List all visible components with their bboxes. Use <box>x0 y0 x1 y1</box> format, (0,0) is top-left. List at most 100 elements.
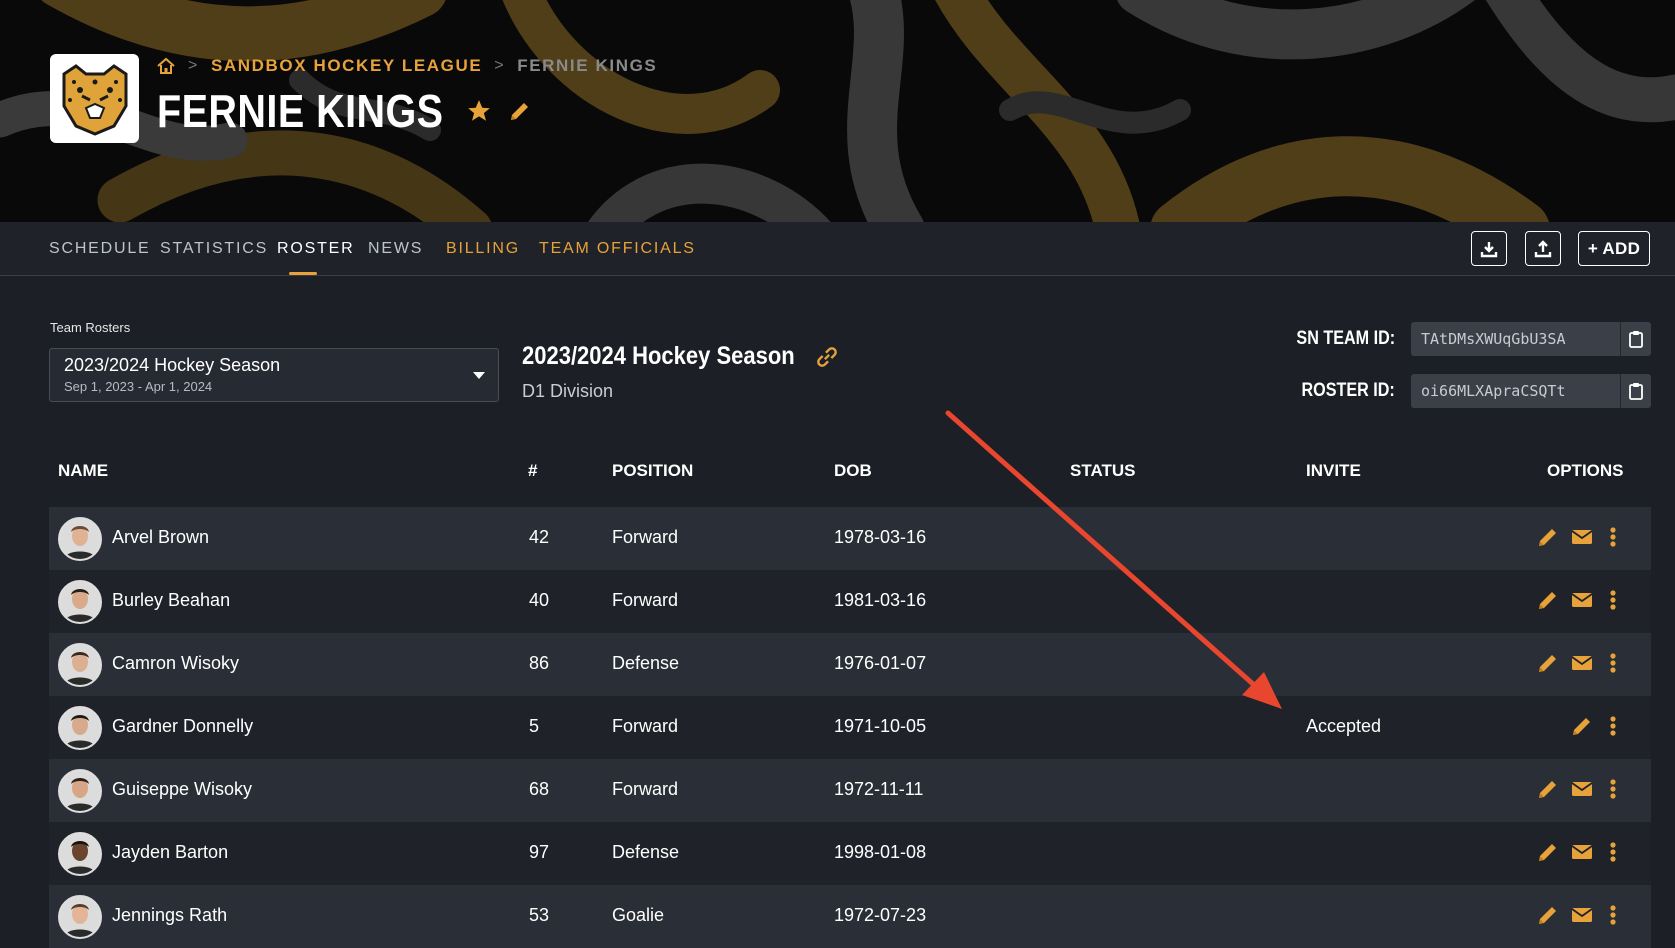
kebab-icon[interactable] <box>1608 714 1618 738</box>
tab-roster[interactable]: ROSTER <box>277 240 354 258</box>
breadcrumb-league[interactable]: SANDBOX HOCKEY LEAGUE <box>211 56 482 76</box>
tab-news[interactable]: NEWS <box>368 240 423 258</box>
kebab-icon[interactable] <box>1608 651 1618 675</box>
roster-id-label: ROSTER ID: <box>1301 380 1395 401</box>
tab-schedule[interactable]: SCHEDULE <box>49 240 151 258</box>
avatar <box>58 832 102 876</box>
copy-sn-team-id-button[interactable] <box>1620 322 1651 356</box>
active-tab-indicator <box>289 272 317 275</box>
kebab-icon[interactable] <box>1608 777 1618 801</box>
table-row[interactable]: Jayden Barton 97 Defense 1998-01-08 <box>49 822 1651 885</box>
avatar <box>58 517 102 561</box>
player-photo-icon <box>60 708 100 748</box>
player-number: 40 <box>529 590 550 610</box>
download-button[interactable] <box>1471 231 1507 266</box>
table-row[interactable]: Arvel Brown 42 Forward 1978-03-16 <box>49 507 1651 570</box>
player-dob: 1972-07-23 <box>834 905 927 925</box>
mail-icon[interactable] <box>1570 840 1594 864</box>
player-photo-icon <box>60 834 100 874</box>
avatar <box>58 706 102 750</box>
player-position: Forward <box>612 527 679 547</box>
roster-id-field: oi66MLXApraCSQTt <box>1411 374 1651 408</box>
kebab-icon[interactable] <box>1608 525 1618 549</box>
player-dob: 1981-03-16 <box>834 590 927 610</box>
table-row[interactable]: Burley Beahan 40 Forward 1981-03-16 <box>49 570 1651 633</box>
table-row[interactable]: Gardner Donnelly 5 Forward 1971-10-05 Ac… <box>49 696 1651 759</box>
kebab-icon[interactable] <box>1608 903 1618 927</box>
player-position: Forward <box>612 779 679 799</box>
player-number: 5 <box>529 716 540 736</box>
column-header-name[interactable]: NAME <box>58 461 108 481</box>
table-row[interactable]: Jennings Rath 53 Goalie 1972-07-23 <box>49 885 1651 948</box>
upload-button[interactable] <box>1525 231 1561 266</box>
pencil-icon[interactable] <box>1536 903 1560 927</box>
column-header-invite[interactable]: INVITE <box>1306 461 1361 481</box>
page-title: FERNIE KINGS <box>157 85 444 137</box>
player-photo-icon <box>60 645 100 685</box>
avatar <box>58 643 102 687</box>
tab-team-officials[interactable]: TEAM OFFICIALS <box>539 240 696 258</box>
season-select-value: 2023/2024 Hockey Season <box>64 355 281 375</box>
download-icon <box>1480 241 1498 257</box>
season-heading: 2023/2024 Hockey Season <box>522 342 840 371</box>
mail-icon[interactable] <box>1570 588 1594 612</box>
clipboard-icon <box>1629 383 1643 400</box>
player-name[interactable]: Jayden Barton <box>112 842 228 863</box>
jaguar-logo-icon <box>62 63 127 136</box>
tab-billing[interactable]: BILLING <box>446 240 520 258</box>
column-header-number[interactable]: # <box>528 461 537 481</box>
pencil-icon[interactable] <box>1536 525 1560 549</box>
player-name[interactable]: Camron Wisoky <box>112 653 239 674</box>
player-number: 97 <box>529 842 550 862</box>
player-name[interactable]: Jennings Rath <box>112 905 227 926</box>
avatar <box>58 895 102 939</box>
column-header-options: OPTIONS <box>1547 461 1624 480</box>
player-position: Forward <box>612 716 679 736</box>
player-invite: Accepted <box>1306 716 1382 736</box>
player-dob: 1971-10-05 <box>834 716 927 736</box>
column-header-status[interactable]: STATUS <box>1070 461 1135 481</box>
player-dob: 1998-01-08 <box>834 842 927 862</box>
link-icon[interactable] <box>814 344 840 370</box>
season-title: 2023/2024 Hockey Season <box>522 342 795 370</box>
pencil-icon[interactable] <box>1536 651 1560 675</box>
mail-icon[interactable] <box>1570 651 1594 675</box>
tab-statistics[interactable]: STATISTICS <box>160 240 268 258</box>
add-player-button[interactable]: + ADD <box>1578 231 1650 266</box>
star-icon[interactable] <box>466 98 492 124</box>
clipboard-icon <box>1629 331 1643 348</box>
player-name[interactable]: Arvel Brown <box>112 527 209 548</box>
kebab-icon[interactable] <box>1608 840 1618 864</box>
player-name[interactable]: Burley Beahan <box>112 590 230 611</box>
avatar <box>58 580 102 624</box>
pencil-icon[interactable] <box>508 99 532 123</box>
pencil-icon[interactable] <box>1536 840 1560 864</box>
column-header-dob[interactable]: DOB <box>834 461 872 481</box>
chevron-right-icon: > <box>188 57 199 74</box>
breadcrumb: > SANDBOX HOCKEY LEAGUE > FERNIE KINGS <box>156 56 657 76</box>
table-row[interactable]: Guiseppe Wisoky 68 Forward 1972-11-11 <box>49 759 1651 822</box>
mail-icon[interactable] <box>1570 525 1594 549</box>
table-row[interactable]: Camron Wisoky 86 Defense 1976-01-07 <box>49 633 1651 696</box>
team-header: FERNIE KINGS <box>157 84 532 138</box>
pencil-icon[interactable] <box>1570 714 1594 738</box>
player-name[interactable]: Guiseppe Wisoky <box>112 779 252 800</box>
player-number: 86 <box>529 653 550 673</box>
player-photo-icon <box>60 771 100 811</box>
player-position: Goalie <box>612 905 665 925</box>
roster-id-value: oi66MLXApraCSQTt <box>1421 382 1566 400</box>
mail-icon[interactable] <box>1570 903 1594 927</box>
mail-icon[interactable] <box>1570 777 1594 801</box>
home-icon[interactable] <box>156 56 176 76</box>
pencil-icon[interactable] <box>1536 588 1560 612</box>
kebab-icon[interactable] <box>1608 588 1618 612</box>
division-label: D1 Division <box>522 381 614 401</box>
pencil-icon[interactable] <box>1536 777 1560 801</box>
player-photo-icon <box>60 897 100 937</box>
copy-roster-id-button[interactable] <box>1620 374 1651 408</box>
season-select[interactable]: 2023/2024 Hockey Season Sep 1, 2023 - Ap… <box>49 348 499 402</box>
player-name[interactable]: Gardner Donnelly <box>112 716 253 737</box>
column-header-position[interactable]: POSITION <box>612 461 693 481</box>
sn-team-id-field: TAtDMsXWUqGbU3SA <box>1411 322 1651 356</box>
team-logo <box>50 54 139 143</box>
